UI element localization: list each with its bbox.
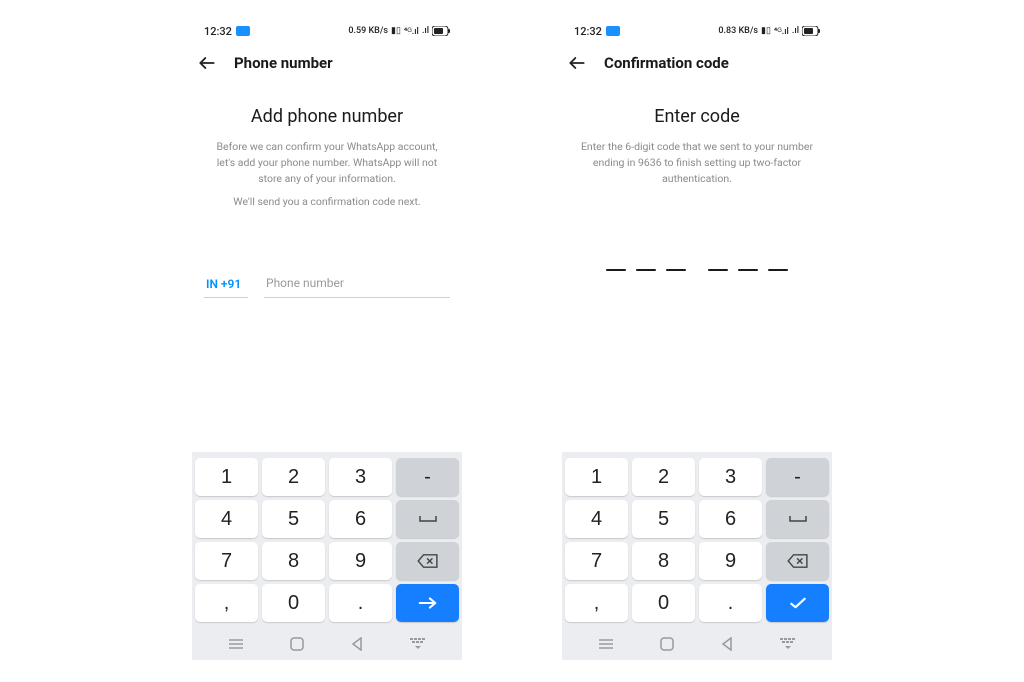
- keypad-dash[interactable]: -: [396, 458, 459, 496]
- keypad-9[interactable]: 9: [699, 542, 762, 580]
- code-digit-5: [738, 269, 758, 271]
- keypad-dot[interactable]: .: [699, 584, 762, 622]
- page-title: Enter code: [654, 106, 740, 127]
- keypad-backspace[interactable]: [396, 542, 459, 580]
- status-bar: 12:32 0.83 KB/s ▮▯ ⁴ᴳ.ıl .ıl: [562, 20, 832, 42]
- keypad-dot[interactable]: .: [329, 584, 392, 622]
- keypad-9[interactable]: 9: [329, 542, 392, 580]
- keypad-4[interactable]: 4: [195, 500, 258, 538]
- code-digit-6: [768, 269, 788, 271]
- phone-number-screen: 12:32 0.59 KB/s ▮▯ ⁴ᴳ.ıl .ıl Phone numbe…: [192, 20, 462, 660]
- nav-menu-icon[interactable]: [227, 635, 245, 653]
- network-speed: 0.83 KB/s: [718, 26, 758, 36]
- app-badge-icon: [236, 26, 250, 36]
- nav-keyboard-icon[interactable]: [409, 635, 427, 653]
- phone-number-input[interactable]: Phone number: [264, 266, 450, 298]
- keypad-1[interactable]: 1: [195, 458, 258, 496]
- keypad-5[interactable]: 5: [632, 500, 695, 538]
- code-digit-4: [708, 269, 728, 271]
- keypad-8[interactable]: 8: [262, 542, 325, 580]
- keypad-backspace[interactable]: [766, 542, 829, 580]
- signal-icon: ⁴ᴳ.ıl: [404, 26, 419, 37]
- nav-back-icon[interactable]: [718, 635, 736, 653]
- keypad-confirm-button[interactable]: [766, 584, 829, 622]
- nav-home-icon[interactable]: [658, 635, 676, 653]
- battery-icon: [432, 26, 450, 36]
- navigation-bar: [192, 628, 462, 660]
- description-text: Before we can confirm your WhatsApp acco…: [202, 139, 452, 186]
- header: Confirmation code: [562, 42, 832, 84]
- keypad-6[interactable]: 6: [329, 500, 392, 538]
- keypad-4[interactable]: 4: [565, 500, 628, 538]
- content-area: Add phone number Before we can confirm y…: [192, 84, 462, 452]
- keypad-space[interactable]: [766, 500, 829, 538]
- keypad-3[interactable]: 3: [329, 458, 392, 496]
- nav-home-icon[interactable]: [288, 635, 306, 653]
- code-input-slots[interactable]: [572, 269, 822, 271]
- code-digit-1: [606, 269, 626, 271]
- signal-icon: .ıl: [792, 26, 799, 36]
- description-text-2: We'll send you a confirmation code next.: [229, 194, 424, 210]
- header-title: Confirmation code: [604, 54, 729, 72]
- keypad-3[interactable]: 3: [699, 458, 762, 496]
- status-bar: 12:32 0.59 KB/s ▮▯ ⁴ᴳ.ıl .ıl: [192, 20, 462, 42]
- nav-keyboard-icon[interactable]: [779, 635, 797, 653]
- keypad-0[interactable]: 0: [632, 584, 695, 622]
- nav-menu-icon[interactable]: [597, 635, 615, 653]
- status-indicators: 0.59 KB/s ▮▯ ⁴ᴳ.ıl .ıl: [348, 26, 450, 37]
- signal-icon: .ıl: [422, 26, 429, 36]
- numeric-keypad: 1 2 3 - 4 5 6 7 8 9 , 0 .: [192, 452, 462, 628]
- signal-icon: ▮▯: [761, 26, 771, 36]
- navigation-bar: [562, 628, 832, 660]
- status-time: 12:32: [574, 25, 602, 38]
- back-arrow-icon[interactable]: [566, 52, 588, 74]
- app-badge-icon: [606, 26, 620, 36]
- back-arrow-icon[interactable]: [196, 52, 218, 74]
- keypad-7[interactable]: 7: [565, 542, 628, 580]
- page-title: Add phone number: [251, 106, 403, 127]
- phone-placeholder: Phone number: [266, 276, 344, 290]
- description-text: Enter the 6-digit code that we sent to y…: [572, 139, 822, 186]
- keypad-comma[interactable]: ,: [565, 584, 628, 622]
- battery-icon: [802, 26, 820, 36]
- keypad-8[interactable]: 8: [632, 542, 695, 580]
- keypad-6[interactable]: 6: [699, 500, 762, 538]
- header: Phone number: [192, 42, 462, 84]
- keypad-space[interactable]: [396, 500, 459, 538]
- numeric-keypad: 1 2 3 - 4 5 6 7 8 9 , 0 .: [562, 452, 832, 628]
- code-digit-2: [636, 269, 656, 271]
- country-code-selector[interactable]: IN +91: [204, 271, 248, 298]
- confirmation-code-screen: 12:32 0.83 KB/s ▮▯ ⁴ᴳ.ıl .ıl Confirmatio…: [562, 20, 832, 660]
- signal-icon: ▮▯: [391, 26, 401, 36]
- status-indicators: 0.83 KB/s ▮▯ ⁴ᴳ.ıl .ıl: [718, 26, 820, 37]
- keypad-comma[interactable]: ,: [195, 584, 258, 622]
- nav-back-icon[interactable]: [348, 635, 366, 653]
- header-title: Phone number: [234, 54, 333, 72]
- signal-icon: ⁴ᴳ.ıl: [774, 26, 789, 37]
- content-area: Enter code Enter the 6-digit code that w…: [562, 84, 832, 452]
- keypad-next-button[interactable]: [396, 584, 459, 622]
- keypad-7[interactable]: 7: [195, 542, 258, 580]
- keypad-1[interactable]: 1: [565, 458, 628, 496]
- keypad-0[interactable]: 0: [262, 584, 325, 622]
- keypad-5[interactable]: 5: [262, 500, 325, 538]
- keypad-2[interactable]: 2: [262, 458, 325, 496]
- network-speed: 0.59 KB/s: [348, 26, 388, 36]
- keypad-dash[interactable]: -: [766, 458, 829, 496]
- keypad-2[interactable]: 2: [632, 458, 695, 496]
- code-digit-3: [666, 269, 686, 271]
- status-time: 12:32: [204, 25, 232, 38]
